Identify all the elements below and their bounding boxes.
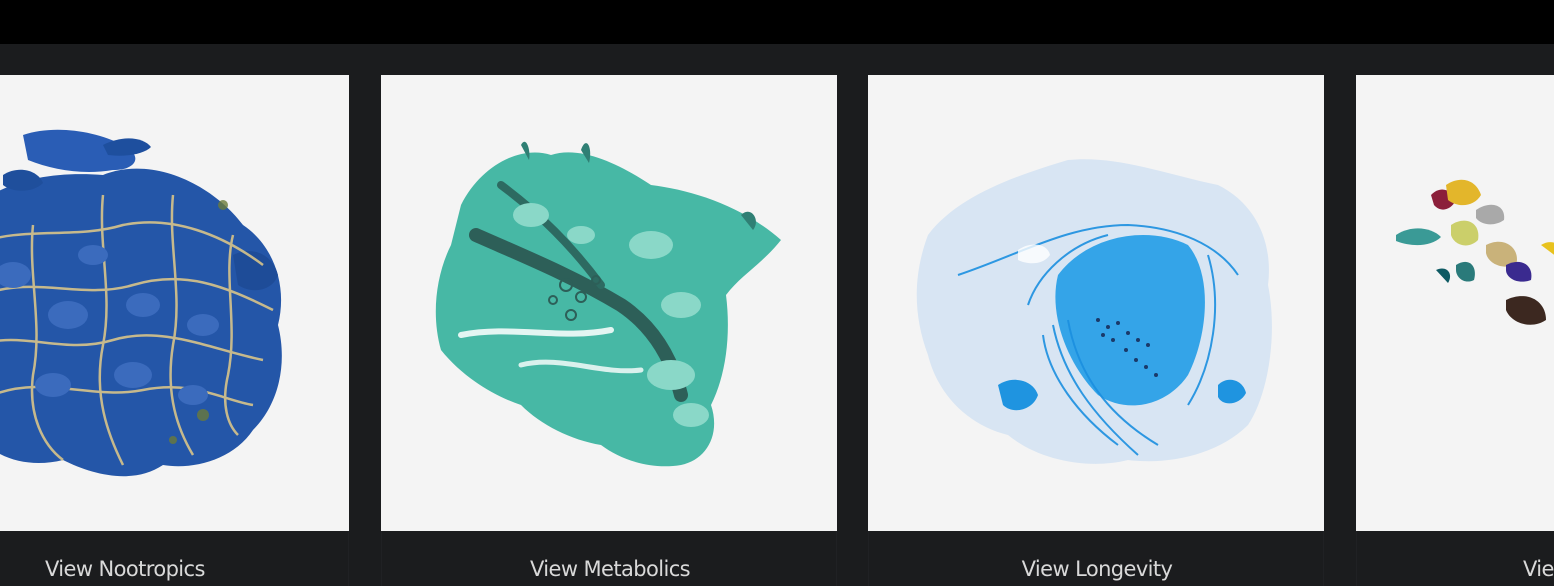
- longevity-image[interactable]: [868, 75, 1324, 531]
- view-metabolics-link[interactable]: View Metabolics: [382, 557, 838, 581]
- nootropics-image[interactable]: [0, 75, 349, 531]
- product-card-longevity[interactable]: View Longevity: [868, 75, 1324, 586]
- light-blue-watercolor-artwork: [916, 159, 1272, 464]
- metabolics-image[interactable]: [381, 75, 837, 531]
- product-carousel: View Nootropics View Metabolics View Lon…: [0, 44, 1554, 586]
- product-card-nootropics[interactable]: View Nootropics: [0, 75, 349, 586]
- top-bar: [0, 0, 1554, 44]
- product-card-metabolics[interactable]: View Metabolics: [381, 75, 837, 586]
- multicolor-fragments-artwork: [1396, 179, 1554, 325]
- teal-marble-artwork: [435, 141, 781, 467]
- view-partial-link[interactable]: View: [1357, 557, 1554, 581]
- card-footer: View Longevity: [868, 531, 1324, 586]
- product-card-partial[interactable]: View: [1356, 75, 1554, 586]
- card-footer: View Nootropics: [0, 531, 349, 586]
- card-footer: View: [1356, 531, 1554, 586]
- card-footer: View Metabolics: [381, 531, 837, 586]
- view-nootropics-link[interactable]: View Nootropics: [0, 557, 205, 581]
- blue-marble-artwork: [0, 129, 282, 477]
- view-longevity-link[interactable]: View Longevity: [869, 557, 1325, 581]
- partial-card-image[interactable]: [1356, 75, 1554, 531]
